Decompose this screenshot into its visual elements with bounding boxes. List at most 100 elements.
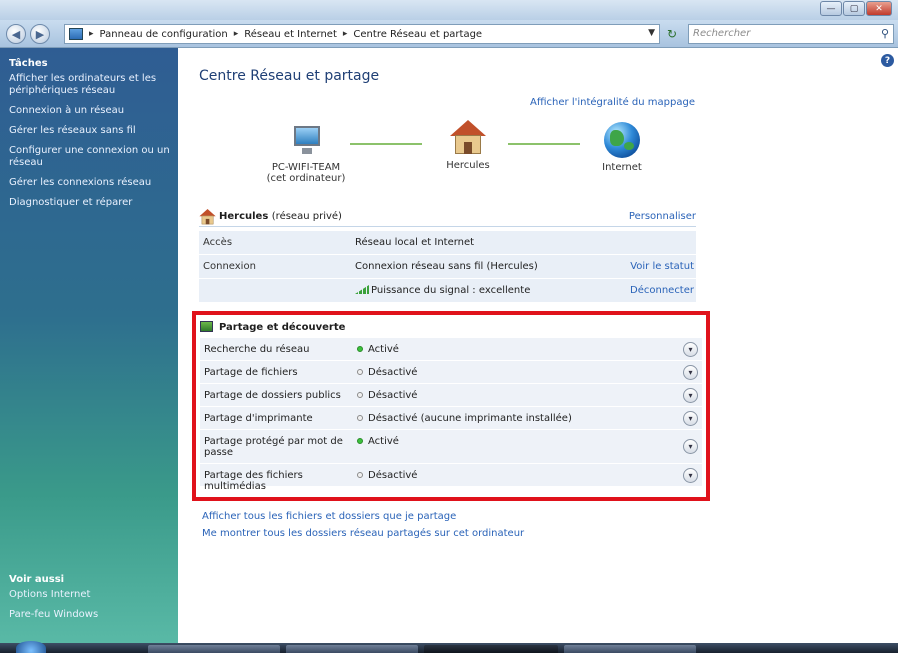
status-text: Activé (368, 436, 399, 447)
taskbar-item[interactable] (564, 645, 696, 653)
sharing-row-printer[interactable]: Partage d'imprimante Désactivé (aucune i… (200, 407, 702, 430)
refresh-button[interactable]: ↻ (662, 24, 682, 44)
network-row-signal: Puissance du signal : excellente Déconne… (199, 279, 696, 303)
status-off-icon (357, 392, 363, 398)
expand-chevron-icon[interactable]: ▾ (683, 468, 698, 483)
address-dropdown-icon[interactable]: ▼ (648, 28, 655, 38)
maximize-button[interactable]: ▢ (843, 1, 865, 16)
network-name-label: Hercules (219, 211, 269, 222)
task-manage-connections[interactable]: Gérer les connexions réseau (9, 177, 172, 189)
row-label: Accès (203, 237, 233, 248)
network-row-connection: Connexion Connexion réseau sans fil (Her… (199, 255, 696, 279)
search-icon[interactable]: ⚲ (881, 27, 889, 40)
expand-chevron-icon[interactable]: ▾ (683, 388, 698, 403)
show-shared-folders-link[interactable]: Me montrer tous les dossiers réseau part… (202, 528, 524, 539)
tasks-heading: Tâches (9, 58, 48, 69)
status-off-icon (357, 369, 363, 375)
taskbar-item[interactable] (148, 645, 280, 653)
computer-subtitle: (cet ordinateur) (266, 173, 346, 184)
row-status: Désactivé (357, 390, 417, 401)
map-link-line (508, 143, 580, 145)
row-label: Partage d'imprimante (204, 413, 313, 424)
row-label: Recherche du réseau (204, 344, 310, 355)
network-title: Hercules (réseau privé) (219, 211, 342, 222)
search-input[interactable]: Rechercher ⚲ (688, 24, 894, 44)
row-status: Désactivé (357, 470, 417, 481)
expand-chevron-icon[interactable]: ▾ (683, 342, 698, 357)
network-row-access: Accès Réseau local et Internet (199, 231, 696, 255)
row-label: Connexion (203, 261, 256, 272)
expand-chevron-icon[interactable]: ▾ (683, 439, 698, 454)
minimize-button[interactable]: — (820, 1, 842, 16)
task-setup-connection[interactable]: Configurer une connexion ou un réseau (9, 145, 172, 169)
customize-link[interactable]: Personnaliser (629, 211, 696, 222)
forward-button[interactable]: ▶ (30, 24, 50, 44)
globe-icon (604, 122, 640, 158)
taskbar-item[interactable] (286, 645, 418, 653)
back-arrow-icon: ◀ (11, 27, 21, 41)
link-windows-firewall[interactable]: Pare-feu Windows (9, 609, 172, 621)
forward-arrow-icon: ▶ (35, 27, 45, 41)
row-label: Partage protégé par mot de passe (204, 436, 343, 458)
network-details-table: Accès Réseau local et Internet Connexion… (199, 231, 696, 303)
network-header: Hercules (réseau privé) Personnaliser (199, 209, 696, 227)
sharing-discovery-panel: Partage et découverte Recherche du résea… (192, 311, 710, 501)
breadcrumb-control-panel[interactable]: Panneau de configuration (100, 29, 228, 40)
computer-name: PC-WIFI-TEAM (271, 162, 341, 173)
sharing-rows: Recherche du réseau Activé ▾ Partage de … (200, 338, 702, 492)
start-button[interactable] (16, 641, 46, 653)
row-label: Partage de dossiers publics (204, 390, 341, 401)
row-status: Activé (357, 436, 399, 447)
map-link-line (350, 143, 422, 145)
network-type-label: (réseau privé) (271, 211, 342, 222)
expand-chevron-icon[interactable]: ▾ (683, 365, 698, 380)
row-value: Réseau local et Internet (355, 237, 475, 248)
breadcrumb-network-internet[interactable]: Réseau et Internet (244, 29, 337, 40)
address-bar[interactable]: ▸ Panneau de configuration ▸ Réseau et I… (64, 24, 660, 44)
row-label: Partage des fichiers multimédias (204, 470, 303, 492)
row-status: Désactivé (aucune imprimante installée) (357, 413, 572, 424)
signal-text: Puissance du signal : excellente (371, 285, 531, 296)
network-name: Hercules (446, 160, 490, 171)
row-value: Puissance du signal : excellente (355, 285, 530, 296)
map-node-network[interactable]: Hercules (438, 120, 498, 171)
view-status-link[interactable]: Voir le statut (630, 261, 694, 272)
sharing-row-public-folders[interactable]: Partage de dossiers publics Désactivé ▾ (200, 384, 702, 407)
title-bar: — ▢ ✕ (0, 0, 898, 20)
disconnect-link[interactable]: Déconnecter (630, 285, 694, 296)
taskbar-item-active[interactable] (424, 645, 558, 653)
link-internet-options[interactable]: Options Internet (9, 589, 172, 601)
status-text: Désactivé (368, 367, 418, 378)
network-map: PC-WIFI-TEAM (cet ordinateur) Hercules I… (178, 48, 898, 188)
status-text: Désactivé (368, 470, 418, 481)
row-label: Partage de fichiers (204, 367, 298, 378)
task-manage-wireless[interactable]: Gérer les réseaux sans fil (9, 125, 172, 137)
status-off-icon (357, 415, 363, 421)
signal-strength-icon (355, 285, 369, 294)
breadcrumb-separator-icon: ▸ (89, 29, 94, 39)
task-view-computers-devices[interactable]: Afficher les ordinateurs et les périphér… (9, 73, 172, 97)
main-content: ? Centre Réseau et partage Afficher l'in… (178, 48, 898, 643)
status-text: Désactivé (aucune imprimante installée) (368, 413, 572, 424)
taskbar (0, 641, 898, 653)
show-shared-files-link[interactable]: Afficher tous les fichiers et dossiers q… (202, 511, 456, 522)
sharing-header: Partage et découverte (200, 321, 345, 333)
task-connect-network[interactable]: Connexion à un réseau (9, 105, 172, 117)
sharing-row-network-discovery[interactable]: Recherche du réseau Activé ▾ (200, 338, 702, 361)
map-node-computer[interactable]: PC-WIFI-TEAM (cet ordinateur) (266, 122, 346, 184)
status-text: Activé (368, 344, 399, 355)
back-button[interactable]: ◀ (6, 24, 26, 44)
sharing-row-media[interactable]: Partage des fichiers multimédias Désacti… (200, 464, 702, 492)
task-diagnose-repair[interactable]: Diagnostiquer et réparer (9, 197, 172, 209)
search-placeholder: Rechercher (693, 28, 751, 39)
map-node-internet[interactable]: Internet (592, 122, 652, 173)
row-status: Activé (357, 344, 399, 355)
expand-chevron-icon[interactable]: ▾ (683, 411, 698, 426)
sharing-row-password-protected[interactable]: Partage protégé par mot de passe Activé … (200, 430, 702, 464)
close-button[interactable]: ✕ (866, 1, 892, 16)
breadcrumb-network-center[interactable]: Centre Réseau et partage (353, 29, 482, 40)
refresh-icon: ↻ (666, 27, 678, 41)
status-text: Désactivé (368, 390, 418, 401)
see-also-heading: Voir aussi (9, 574, 65, 585)
sharing-row-file-sharing[interactable]: Partage de fichiers Désactivé ▾ (200, 361, 702, 384)
